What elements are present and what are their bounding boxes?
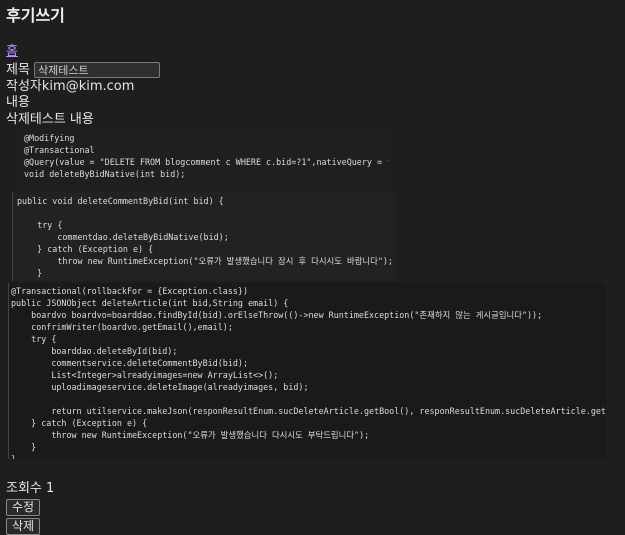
code-image-comment-service: public void deleteCommentByBid(int bid) … — [12, 191, 397, 281]
edit-button[interactable]: 수정 — [6, 499, 41, 516]
views-count: 1 — [46, 480, 55, 496]
title-label: 제목 — [6, 62, 30, 78]
content-label: 내용 — [6, 95, 30, 111]
code-image-board-service: @Transactional(rollbackFor = {Exception.… — [8, 282, 606, 459]
title-input[interactable] — [34, 62, 161, 79]
delete-button[interactable]: 삭제 — [6, 518, 41, 535]
content-text: 삭제테스트 내용 — [6, 111, 94, 127]
code-image-repository: @Modifying @Transactional @Query(value =… — [18, 127, 388, 190]
home-link[interactable]: 홈 — [6, 44, 18, 60]
page-title: 후기쓰기 — [6, 6, 65, 25]
views-label: 조회수 — [6, 480, 42, 496]
views-row: 조회수 1 — [6, 481, 619, 497]
page: 후기쓰기 홈 제목 작성자kim@kim.com 내용 삭제테스트 내용 @Mo… — [0, 0, 625, 535]
title-row: 제목 — [6, 62, 619, 79]
author-label: 작성자 — [6, 79, 42, 94]
author-value: kim@kim.com — [41, 79, 135, 94]
author-row: 작성자kim@kim.com — [6, 79, 619, 95]
